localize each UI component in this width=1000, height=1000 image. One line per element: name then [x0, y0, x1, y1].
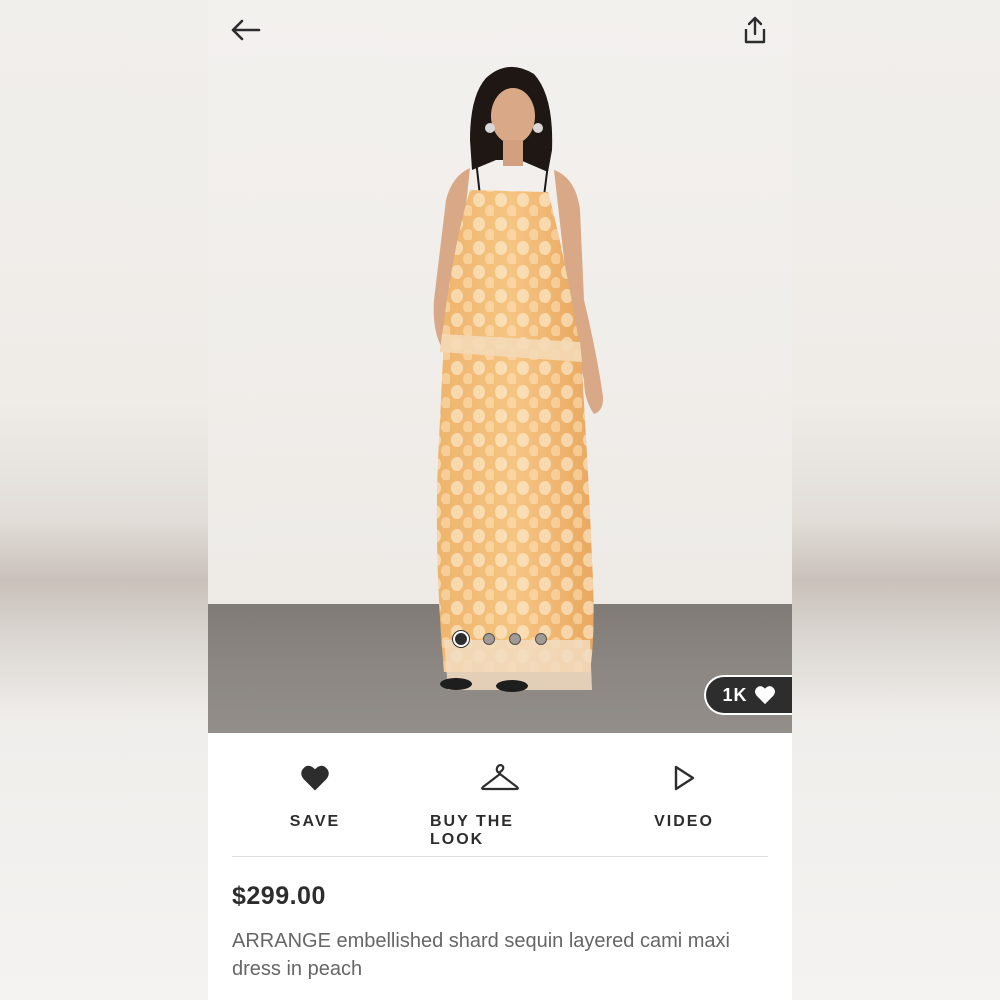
- product-screen: 1K SAVE BUY THE LOOK VIDEO $299.00 ARRAN…: [208, 0, 792, 1000]
- play-icon: [674, 765, 695, 791]
- share-icon: [744, 16, 766, 44]
- back-button[interactable]: [225, 10, 265, 50]
- product-photo: [433, 66, 603, 692]
- heart-icon: [754, 686, 775, 705]
- buy-the-look-label: BUY THE LOOK: [430, 813, 514, 848]
- gallery-dot[interactable]: [453, 631, 469, 647]
- gallery-dot[interactable]: [535, 633, 547, 645]
- heart-icon: [301, 765, 329, 791]
- section-divider: [232, 856, 768, 857]
- product-image-gallery[interactable]: 1K: [208, 0, 792, 733]
- share-button[interactable]: [735, 10, 775, 50]
- gallery-dot[interactable]: [483, 633, 495, 645]
- gallery-pagination: [208, 631, 792, 647]
- hanger-icon: [481, 763, 519, 791]
- buy-the-look-button[interactable]: BUY THE LOOK: [430, 761, 570, 849]
- save-button[interactable]: SAVE: [278, 761, 352, 831]
- arrow-left-icon: [231, 19, 261, 41]
- video-button[interactable]: VIDEO: [648, 761, 720, 831]
- product-price: $299.00: [232, 882, 326, 910]
- product-actions: SAVE BUY THE LOOK VIDEO: [208, 733, 792, 855]
- product-title: ARRANGE embellished shard sequin layered…: [232, 930, 730, 980]
- save-label: SAVE: [289, 813, 341, 830]
- likes-count: 1K: [722, 684, 748, 705]
- video-label: VIDEO: [654, 813, 714, 830]
- gallery-dot[interactable]: [509, 633, 521, 645]
- likes-badge[interactable]: 1K: [704, 675, 792, 715]
